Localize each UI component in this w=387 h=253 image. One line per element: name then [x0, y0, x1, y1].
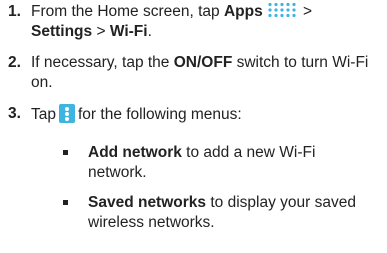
wifi-label: Wi-Fi — [109, 23, 148, 40]
bullet-text: Saved networks to display your saved wir… — [88, 193, 378, 233]
step-1-text-c: > — [92, 23, 110, 40]
step-number: 3. — [8, 105, 21, 122]
step-1-text-a: From the Home screen, tap — [31, 3, 224, 20]
on-off-label: ON/OFF — [173, 54, 233, 71]
step-3: 3. Tap for the following menus: — [0, 104, 380, 126]
apps-label: Apps — [223, 3, 263, 20]
saved-networks-label: Saved networks — [88, 194, 207, 211]
step-1-text-b: > — [298, 3, 313, 20]
step-text: If necessary, tap the ON/OFF switch to t… — [31, 53, 380, 93]
instruction-document: 1. From the Home screen, tap Apps > Sett… — [0, 0, 387, 253]
add-network-label: Add network — [88, 144, 182, 161]
step-2-text-a: If necessary, tap the — [31, 54, 174, 71]
settings-label: Settings — [31, 23, 93, 40]
bullet-mark — [63, 150, 68, 155]
step-1: 1. From the Home screen, tap Apps > Sett… — [0, 2, 380, 42]
step-3-text-b: for the following menus: — [78, 106, 242, 123]
step-text: From the Home screen, tap Apps > Setting… — [31, 2, 380, 42]
bullet-text: Add network to add a new Wi-Fi network. — [88, 143, 378, 183]
step-number: 2. — [8, 54, 21, 71]
step-3-text-a: Tap — [31, 106, 56, 123]
step-number: 1. — [8, 3, 21, 20]
bullet-saved-networks: Saved networks to display your saved wir… — [63, 193, 378, 233]
apps-grid-icon — [268, 2, 296, 18]
step-1-text-d: . — [147, 23, 152, 40]
bullet-add-network: Add network to add a new Wi-Fi network. — [63, 143, 378, 183]
more-options-icon — [59, 104, 75, 123]
step-text: Tap for the following menus: — [31, 104, 380, 125]
bullet-mark — [63, 200, 68, 205]
step-2: 2. If necessary, tap the ON/OFF switch t… — [0, 53, 380, 93]
